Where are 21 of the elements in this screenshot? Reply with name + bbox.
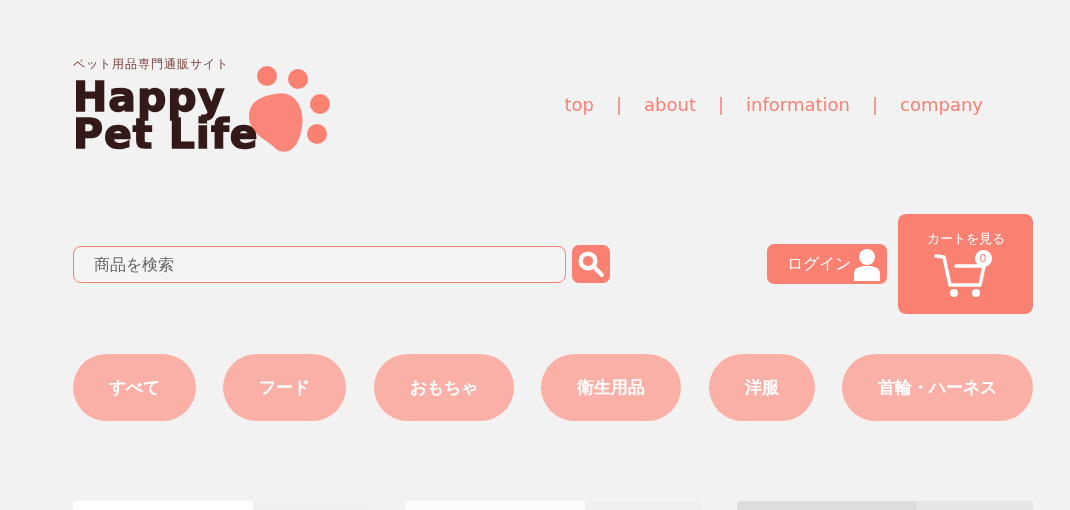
- nav-link[interactable]: company: [900, 94, 983, 115]
- user-icon: [853, 247, 881, 281]
- search-field[interactable]: 商品を検索: [73, 245, 566, 283]
- nav-link[interactable]: about: [644, 94, 696, 115]
- search-icon: [577, 250, 605, 278]
- nav-separator: |: [871, 94, 879, 115]
- nav-separator: |: [718, 94, 725, 115]
- login-button[interactable]: ログイン: [767, 244, 887, 284]
- cart-button[interactable]: カートを見る 0: [898, 214, 1033, 314]
- category-button[interactable]: すべて: [73, 354, 196, 421]
- nav-link[interactable]: information: [746, 94, 850, 115]
- category-button[interactable]: フード: [223, 354, 347, 421]
- logo-tagline: ペット用品専門通販サイト: [73, 56, 230, 73]
- cart-count-badge: 0: [974, 250, 992, 267]
- nav-link[interactable]: top: [564, 94, 594, 115]
- nav-separator: |: [615, 94, 623, 115]
- category-button[interactable]: おもちゃ: [373, 354, 514, 421]
- search-button[interactable]: [572, 245, 610, 283]
- category-button[interactable]: 衛生用品: [541, 354, 682, 421]
- category-button[interactable]: 洋服: [708, 354, 815, 421]
- category-button[interactable]: 首輪・ハーネス: [841, 354, 1033, 421]
